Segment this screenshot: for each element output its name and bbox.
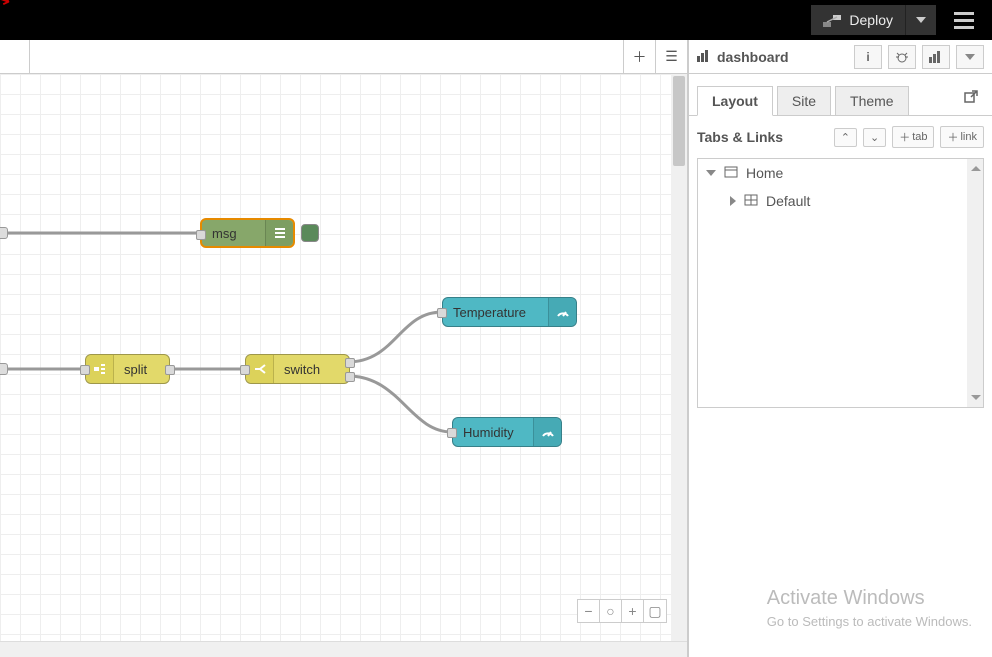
debug-button[interactable] [888, 45, 916, 69]
node-split[interactable]: split [85, 354, 170, 384]
port-in[interactable] [196, 230, 206, 240]
node-temperature[interactable]: Temperature [442, 297, 577, 327]
horizontal-scrollbar[interactable] [0, 641, 687, 657]
vertical-scrollbar[interactable] [671, 74, 687, 641]
menu-button[interactable] [944, 0, 984, 40]
group-icon [744, 193, 758, 209]
sidebar-title: dashboard [697, 49, 848, 65]
tree-scrollbar[interactable] [967, 159, 983, 407]
input-port-2[interactable] [0, 363, 8, 375]
list-icon: ☰ [665, 48, 678, 65]
port-out-1[interactable] [345, 358, 355, 368]
node-humidity[interactable]: Humidity [452, 417, 562, 447]
dashboard-button[interactable] [922, 45, 950, 69]
windows-watermark: Activate Windows Go to Settings to activ… [767, 587, 972, 629]
deploy-dropdown[interactable] [906, 5, 936, 35]
node-label: Humidity [453, 425, 533, 440]
tabs-links-bar: Tabs & Links ⌃ ⌄ ＋tab ＋link [689, 116, 992, 158]
tabs-links-label: Tabs & Links [697, 129, 828, 145]
flow-tab[interactable] [0, 40, 30, 73]
info-button[interactable]: i [854, 45, 882, 69]
gauge-icon [548, 298, 576, 326]
gauge-icon [533, 418, 561, 446]
deploy-button[interactable]: Deploy [811, 5, 936, 35]
node-label: split [114, 362, 169, 377]
tab-theme[interactable]: Theme [835, 86, 909, 116]
view-tools: − ○ + ▢ [577, 599, 667, 623]
add-tab-button[interactable]: ＋tab [892, 126, 934, 148]
add-flow-button[interactable]: ＋ [623, 40, 655, 73]
chart-icon [697, 49, 711, 65]
port-in[interactable] [437, 308, 447, 318]
sidebar-more-button[interactable] [956, 45, 984, 69]
port-out[interactable] [165, 365, 175, 375]
add-link-button[interactable]: ＋link [940, 126, 984, 148]
zoom-reset-button[interactable]: ○ [600, 600, 622, 622]
deploy-label: Deploy [849, 12, 893, 28]
port-in[interactable] [80, 365, 90, 375]
node-switch[interactable]: switch [245, 354, 350, 384]
top-bar: Deploy [0, 0, 992, 40]
zoom-in-button[interactable]: + [622, 600, 644, 622]
dashboard-tabs: Layout Site Theme ↘ [689, 74, 992, 116]
deploy-icon [823, 14, 841, 26]
zoom-out-button[interactable]: − [578, 600, 600, 622]
tab-layout[interactable]: Layout [697, 86, 773, 116]
navigator-button[interactable]: ▢ [644, 600, 666, 622]
split-icon [86, 355, 114, 383]
sidebar: dashboard i Layout Site Theme ↘ Tabs & L… [688, 40, 992, 657]
debug-icon [265, 220, 293, 246]
tab-icon [724, 165, 738, 181]
deploy-main[interactable]: Deploy [811, 5, 906, 35]
dashboard-tree: Home Default [697, 158, 984, 408]
sidebar-header: dashboard i [689, 40, 992, 74]
expand-all-button[interactable]: ⌃ [834, 128, 857, 147]
input-port-1[interactable] [0, 227, 8, 239]
tree-label: Default [766, 193, 810, 209]
tree-item-home[interactable]: Home [698, 159, 983, 187]
chevron-down-icon [706, 170, 716, 176]
tree-label: Home [746, 165, 783, 181]
tree-item-default[interactable]: Default [698, 187, 983, 215]
port-in[interactable] [240, 365, 250, 375]
flow-list-button[interactable]: ☰ [655, 40, 687, 73]
flow-canvas[interactable]: msg split switch [0, 74, 687, 641]
switch-icon [246, 355, 274, 383]
port-out-2[interactable] [345, 372, 355, 382]
open-dashboard-button[interactable]: ↘ [958, 84, 984, 115]
port-in[interactable] [447, 428, 457, 438]
debug-toggle[interactable] [301, 224, 319, 242]
node-debug[interactable]: msg [200, 218, 295, 248]
flow-tabs: ＋ ☰ [0, 40, 687, 74]
node-label: msg [202, 226, 265, 241]
chevron-down-icon [965, 54, 975, 60]
node-label: switch [274, 362, 349, 377]
workspace: ＋ ☰ msg [0, 40, 688, 657]
chevron-down-icon [916, 17, 926, 23]
chevron-right-icon [730, 196, 736, 206]
collapse-all-button[interactable]: ⌄ [863, 128, 886, 147]
plus-icon: ＋ [633, 47, 647, 67]
node-label: Temperature [443, 305, 548, 320]
tab-site[interactable]: Site [777, 86, 831, 116]
